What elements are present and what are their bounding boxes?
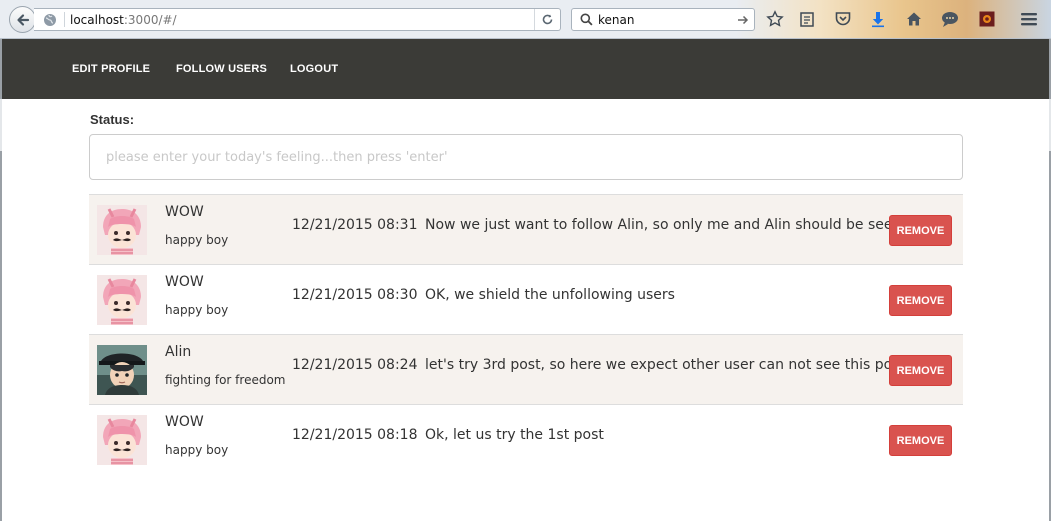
extension-icon[interactable] xyxy=(977,9,997,29)
nav-follow-users[interactable]: FOLLOW USERS xyxy=(176,56,267,82)
nav-edit-profile[interactable]: EDIT PROFILE xyxy=(72,56,150,82)
nav-logout[interactable]: LOGOUT xyxy=(290,56,338,82)
post-text: OK, we shield the unfollowing users xyxy=(425,287,675,303)
avatar xyxy=(97,415,147,465)
post-row: Alin fighting for freedom 12/21/2015 08:… xyxy=(89,334,963,404)
post-text: let's try 3rd post, so here we expect ot… xyxy=(425,357,905,373)
pink-hair-mustache-avatar xyxy=(97,275,147,325)
post-row: WOW happy boy 12/21/2015 08:18 Ok, let u… xyxy=(89,404,963,474)
post-row: WOW happy boy 12/21/2015 08:31 Now we ju… xyxy=(89,194,963,264)
chat-icon[interactable] xyxy=(940,9,960,29)
search-icon xyxy=(578,12,594,28)
pocket-icon[interactable] xyxy=(833,9,853,29)
bookmark-star-icon[interactable] xyxy=(765,9,785,29)
pink-hair-mustache-avatar xyxy=(97,205,147,255)
reload-button[interactable] xyxy=(534,9,560,30)
post-date: 12/21/2015 08:18 xyxy=(292,427,418,443)
back-icon xyxy=(16,13,29,26)
reading-list-icon[interactable] xyxy=(797,9,817,29)
post-author-bio: fighting for freedom xyxy=(165,373,286,387)
post-text: Ok, let us try the 1st post xyxy=(425,427,604,443)
post-author-bio: happy boy xyxy=(165,233,229,247)
menu-icon[interactable] xyxy=(1019,9,1039,29)
post-author-name[interactable]: WOW xyxy=(165,204,204,220)
app-navbar: EDIT PROFILE FOLLOW USERS LOGOUT xyxy=(2,39,1049,99)
search-bar[interactable]: kenan xyxy=(571,8,755,31)
post-author-name[interactable]: WOW xyxy=(165,414,204,430)
status-input[interactable] xyxy=(89,134,963,180)
download-icon[interactable] xyxy=(868,9,888,29)
avatar xyxy=(97,345,147,395)
post-date: 12/21/2015 08:30 xyxy=(292,287,418,303)
reload-icon xyxy=(542,14,553,25)
frame-highlight-left xyxy=(0,99,2,151)
post-date: 12/21/2015 08:24 xyxy=(292,357,418,373)
post-author-name[interactable]: WOW xyxy=(165,274,204,290)
remove-button[interactable]: REMOVE xyxy=(889,215,952,246)
remove-button[interactable]: REMOVE xyxy=(889,355,952,386)
dark-hat-character-avatar xyxy=(97,345,147,395)
post-author-bio: happy boy xyxy=(165,303,229,317)
remove-button[interactable]: REMOVE xyxy=(889,285,952,316)
post-date: 12/21/2015 08:31 xyxy=(292,217,418,233)
go-arrow-icon[interactable] xyxy=(736,12,750,27)
address-bar[interactable]: localhost:3000/#/ xyxy=(34,8,561,31)
back-button[interactable] xyxy=(9,6,36,33)
post-text: Now we just want to follow Alin, so only… xyxy=(425,217,914,233)
browser-toolbar: localhost:3000/#/ kenan xyxy=(0,0,1051,39)
globe-icon xyxy=(42,12,58,28)
pink-hair-mustache-avatar xyxy=(97,415,147,465)
url-text[interactable]: localhost:3000/#/ xyxy=(70,13,177,27)
post-row: WOW happy boy 12/21/2015 08:30 OK, we sh… xyxy=(89,264,963,334)
avatar xyxy=(97,205,147,255)
status-label: Status: xyxy=(90,112,135,127)
post-list: WOW happy boy 12/21/2015 08:31 Now we ju… xyxy=(89,194,963,474)
remove-button[interactable]: REMOVE xyxy=(889,425,952,456)
avatar xyxy=(97,275,147,325)
url-separator xyxy=(64,12,65,27)
search-input[interactable]: kenan xyxy=(598,13,634,27)
home-icon[interactable] xyxy=(904,9,924,29)
post-author-name[interactable]: Alin xyxy=(165,344,191,360)
url-path: :3000/#/ xyxy=(123,12,177,27)
url-host: localhost xyxy=(70,12,124,27)
post-author-bio: happy boy xyxy=(165,443,229,457)
